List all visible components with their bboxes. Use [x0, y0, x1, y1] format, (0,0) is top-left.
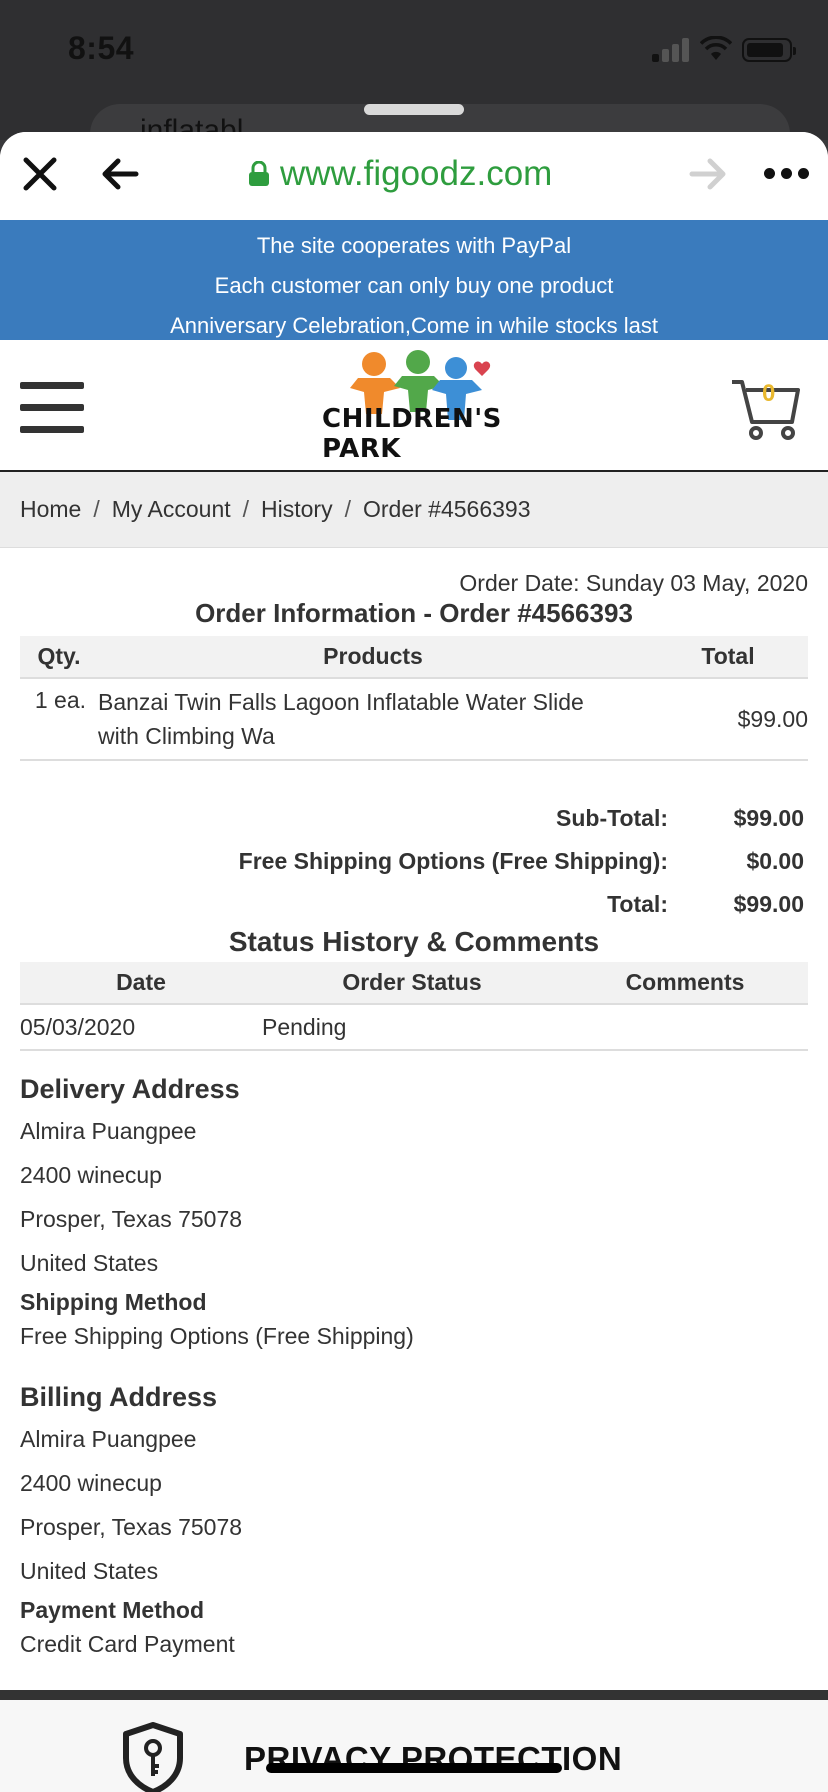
table-row: 05/03/2020 Pending: [20, 1004, 808, 1051]
more-icon[interactable]: [764, 168, 810, 180]
promo-line: Each customer can only buy one product: [214, 273, 614, 298]
delivery-country: United States: [20, 1250, 159, 1276]
url-text: www.figoodz.com: [280, 154, 553, 193]
footer-privacy: PRIVACY PROTECTION: [0, 1690, 828, 1792]
subtotal-value: $99.00: [733, 805, 804, 831]
payment-method-value: Credit Card Payment: [20, 1631, 235, 1657]
billing-heading: Billing Address: [20, 1382, 218, 1412]
logo-text: CHILDREN'S PARK: [322, 404, 502, 464]
status-value: Pending: [262, 1004, 562, 1051]
status-history-title: Status History & Comments: [228, 926, 600, 957]
wifi-icon: [700, 36, 732, 60]
breadcrumb-home[interactable]: Home: [20, 496, 81, 523]
total-value: $99.00: [733, 891, 804, 917]
breadcrumb: Home / My Account / History / Order #456…: [0, 472, 828, 548]
promo-banner: The site cooperates with PayPal Each cus…: [0, 220, 828, 340]
item-qty: 1 ea.: [34, 687, 86, 713]
back-arrow-icon[interactable]: [100, 156, 140, 192]
shipping-value: $0.00: [746, 848, 804, 874]
col-date: Date: [20, 962, 262, 1005]
col-total: Total: [648, 636, 808, 679]
col-products: Products: [98, 636, 648, 679]
billing-city: Prosper, Texas 75078: [20, 1514, 243, 1540]
billing-street: 2400 winecup: [20, 1470, 162, 1496]
total-row: Total: $99.00: [20, 883, 808, 926]
status-comments: [562, 1004, 808, 1051]
battery-icon: [742, 38, 796, 62]
table-row: 1 ea. Banzai Twin Falls Lagoon Inflatabl…: [20, 678, 808, 760]
cart-button[interactable]: 0: [730, 376, 802, 442]
status-bar: 8:54: [0, 0, 828, 100]
billing-country: United States: [20, 1558, 159, 1584]
delivery-name: Almira Puangpee: [20, 1118, 197, 1144]
subtotal-label: Sub-Total:: [556, 805, 668, 831]
sheet-grabber[interactable]: [364, 104, 464, 115]
status-table: Date Order Status Comments 05/03/2020 Pe…: [20, 962, 808, 1051]
status-time: 8:54: [68, 30, 135, 66]
browser-toolbar: www.figoodz.com: [0, 132, 828, 220]
breadcrumb-separator: /: [344, 496, 351, 522]
home-indicator[interactable]: [266, 1763, 562, 1773]
breadcrumb-order[interactable]: Order #4566393: [363, 496, 531, 523]
status-date: 05/03/2020: [20, 1004, 262, 1051]
breadcrumb-separator: /: [93, 496, 100, 522]
shipping-method-label: Shipping Method: [20, 1289, 207, 1315]
forward-arrow-icon[interactable]: [688, 156, 728, 192]
products-table: Qty. Products Total 1 ea. Banzai Twin Fa…: [20, 636, 808, 761]
promo-line: The site cooperates with PayPal: [256, 233, 572, 258]
browser-sheet: www.figoodz.com The site cooperates with…: [0, 132, 828, 1792]
breadcrumb-history[interactable]: History: [261, 496, 333, 523]
billing-address-section: Billing Address Almira Puangpee 2400 win…: [20, 1377, 808, 1661]
order-title: Order Information - Order #4566393: [195, 598, 633, 628]
shield-key-icon: [123, 1722, 183, 1792]
lock-icon: [249, 161, 269, 186]
order-date: Order Date: Sunday 03 May, 2020: [459, 570, 808, 596]
delivery-heading: Delivery Address: [20, 1074, 240, 1104]
address-bar[interactable]: www.figoodz.com: [248, 152, 552, 196]
col-comments: Comments: [562, 962, 808, 1005]
site-header: CHILDREN'S PARK 0: [0, 340, 828, 472]
delivery-street: 2400 winecup: [20, 1162, 162, 1188]
cart-count-badge: 0: [762, 380, 776, 407]
total-label: Total:: [607, 891, 668, 917]
delivery-address-section: Delivery Address Almira Puangpee 2400 wi…: [20, 1069, 808, 1353]
close-icon[interactable]: [22, 156, 58, 192]
payment-method-label: Payment Method: [20, 1597, 205, 1623]
cellular-signal-icon: [652, 38, 690, 62]
col-order-status: Order Status: [262, 962, 562, 1005]
shipping-label: Free Shipping Options (Free Shipping):: [238, 848, 668, 874]
shipping-method-value: Free Shipping Options (Free Shipping): [20, 1323, 414, 1349]
subtotal-row: Sub-Total: $99.00: [20, 797, 808, 840]
hamburger-menu-icon[interactable]: [20, 382, 84, 434]
breadcrumb-separator: /: [242, 496, 250, 522]
item-total: $99.00: [737, 705, 808, 732]
site-logo[interactable]: CHILDREN'S PARK: [318, 348, 582, 464]
delivery-city: Prosper, Texas 75078: [20, 1206, 243, 1232]
shipping-row: Free Shipping Options (Free Shipping): $…: [20, 840, 808, 883]
item-name[interactable]: Banzai Twin Falls Lagoon Inflatable Wate…: [98, 678, 648, 760]
billing-name: Almira Puangpee: [20, 1426, 197, 1452]
order-totals: Sub-Total: $99.00 Free Shipping Options …: [20, 797, 808, 926]
col-qty: Qty.: [20, 636, 98, 679]
breadcrumb-my-account[interactable]: My Account: [112, 496, 231, 523]
order-content: Order Date: Sunday 03 May, 2020 Order In…: [0, 548, 828, 1661]
